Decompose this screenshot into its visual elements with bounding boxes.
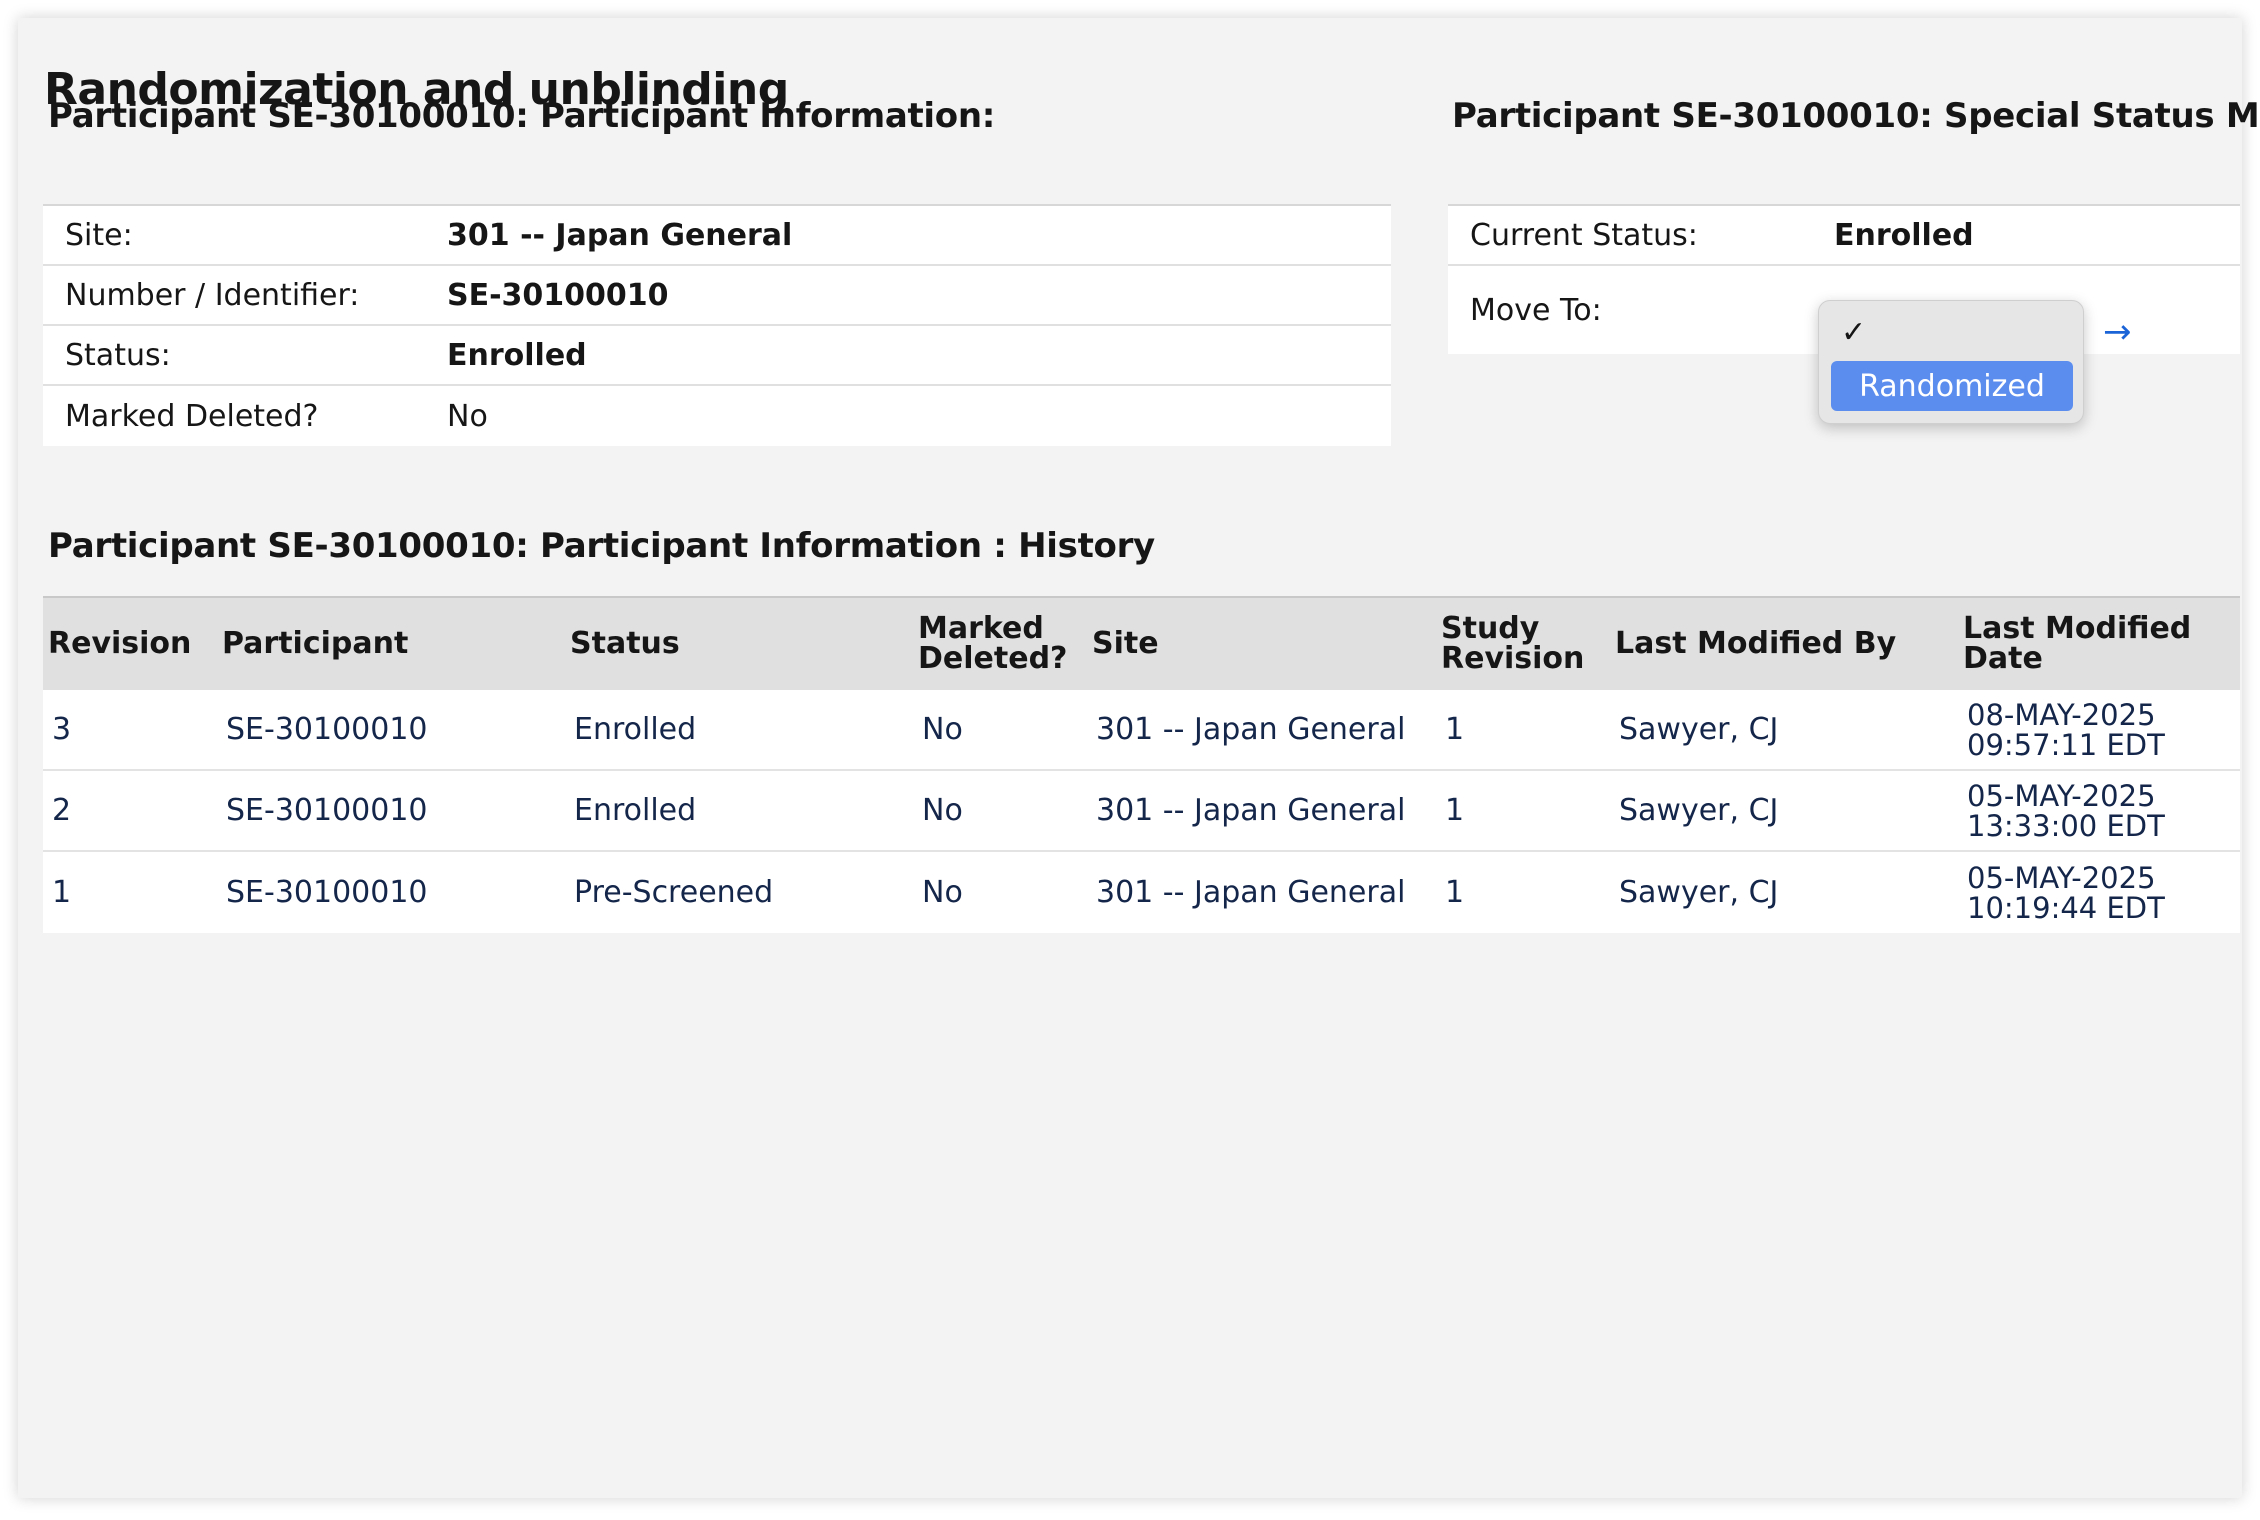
current-status-label: Current Status: <box>1470 217 1698 253</box>
col-header-last-modified-date[interactable]: Last Modified Date <box>1958 614 2240 674</box>
col-header-site[interactable]: Site <box>1087 629 1436 659</box>
app-window: Randomization and unblinding Participant… <box>18 18 2260 1498</box>
cell-modified-by: Sawyer, CJ <box>1619 711 1779 747</box>
cell-status: Enrolled <box>574 711 697 747</box>
history-title: Participant SE-30100010: Participant Inf… <box>48 526 1155 566</box>
cell-modified-date: 05-MAY-2025 10:19:44 EDT <box>1958 863 2240 923</box>
dropdown-option-randomized[interactable]: Randomized <box>1831 361 2073 411</box>
info-value: 301 -- Japan General <box>447 217 793 253</box>
history-table: Revision Participant Status Marked Delet… <box>43 596 2240 933</box>
cell-modified-date: 05-MAY-2025 13:33:00 EDT <box>1958 781 2240 841</box>
current-status-row: Current Status: Enrolled <box>1448 206 2240 266</box>
participant-info-title: Participant SE-30100010: Participant Inf… <box>48 96 996 136</box>
col-header-last-modified-by[interactable]: Last Modified By <box>1610 629 1958 659</box>
cell-date: 05-MAY-2025 <box>1967 860 2156 895</box>
col-header-participant[interactable]: Participant <box>217 629 565 659</box>
info-label: Site: <box>65 217 133 253</box>
cell-participant: SE-30100010 <box>226 792 428 828</box>
arrow-right-icon[interactable]: → <box>2103 312 2132 352</box>
cell-time: 10:19:44 EDT <box>1967 890 2165 925</box>
table-row: 2 SE-30100010 Enrolled No 301 -- Japan G… <box>43 771 2240 852</box>
cell-site: 301 -- Japan General <box>1096 792 1406 828</box>
table-row: 3 SE-30100010 Enrolled No 301 -- Japan G… <box>43 690 2240 771</box>
cell-site: 301 -- Japan General <box>1096 711 1406 747</box>
cell-time: 09:57:11 EDT <box>1967 727 2165 762</box>
move-to-label: Move To: <box>1470 292 1602 328</box>
cell-study-revision: 1 <box>1445 874 1465 910</box>
cell-marked-deleted: No <box>922 711 963 747</box>
col-header-text: Revision <box>1441 641 1585 676</box>
col-header-text: Deleted? <box>918 641 1068 676</box>
cell-study-revision: 1 <box>1445 792 1465 828</box>
info-value: Enrolled <box>447 337 587 373</box>
info-value: No <box>447 398 488 434</box>
cell-participant: SE-30100010 <box>226 711 428 747</box>
cell-status: Enrolled <box>574 792 697 828</box>
col-header-status[interactable]: Status <box>565 629 913 659</box>
info-row-identifier: Number / Identifier: SE-30100010 <box>43 266 1391 326</box>
cell-marked-deleted: No <box>922 874 963 910</box>
cell-time: 13:33:00 EDT <box>1967 808 2165 843</box>
cell-revision: 2 <box>52 792 72 828</box>
cell-site: 301 -- Japan General <box>1096 874 1406 910</box>
participant-info-table: Site: 301 -- Japan General Number / Iden… <box>43 204 1391 446</box>
info-row-site: Site: 301 -- Japan General <box>43 206 1391 266</box>
cell-status: Pre-Screened <box>574 874 774 910</box>
col-header-study-revision[interactable]: Study Revision <box>1436 614 1610 674</box>
cell-modified-by: Sawyer, CJ <box>1619 792 1779 828</box>
cell-marked-deleted: No <box>922 792 963 828</box>
info-row-marked-deleted: Marked Deleted? No <box>43 386 1391 446</box>
cell-modified-by: Sawyer, CJ <box>1619 874 1779 910</box>
col-header-marked-deleted[interactable]: Marked Deleted? <box>913 614 1087 674</box>
cell-date: 08-MAY-2025 <box>1967 697 2156 732</box>
move-to-dropdown[interactable]: ✓ Randomized <box>1818 300 2084 424</box>
col-header-revision[interactable]: Revision <box>43 629 217 659</box>
info-label: Marked Deleted? <box>65 398 319 434</box>
special-status-title: Participant SE-30100010: Special Status … <box>1452 96 2260 136</box>
info-label: Number / Identifier: <box>65 277 360 313</box>
cell-study-revision: 1 <box>1445 711 1465 747</box>
cell-participant: SE-30100010 <box>226 874 428 910</box>
info-value: SE-30100010 <box>447 277 669 313</box>
info-row-status: Status: Enrolled <box>43 326 1391 386</box>
cell-date: 05-MAY-2025 <box>1967 778 2156 813</box>
history-header-row: Revision Participant Status Marked Delet… <box>43 598 2240 690</box>
col-header-text: Marked <box>918 611 1044 646</box>
checkmark-icon[interactable]: ✓ <box>1841 315 1866 350</box>
cell-modified-date: 08-MAY-2025 09:57:11 EDT <box>1958 700 2240 760</box>
cell-revision: 1 <box>52 874 72 910</box>
current-status-value: Enrolled <box>1834 217 1974 253</box>
col-header-text: Study <box>1441 611 1540 646</box>
cell-revision: 3 <box>52 711 72 747</box>
info-label: Status: <box>65 337 171 373</box>
table-row: 1 SE-30100010 Pre-Screened No 301 -- Jap… <box>43 852 2240 933</box>
